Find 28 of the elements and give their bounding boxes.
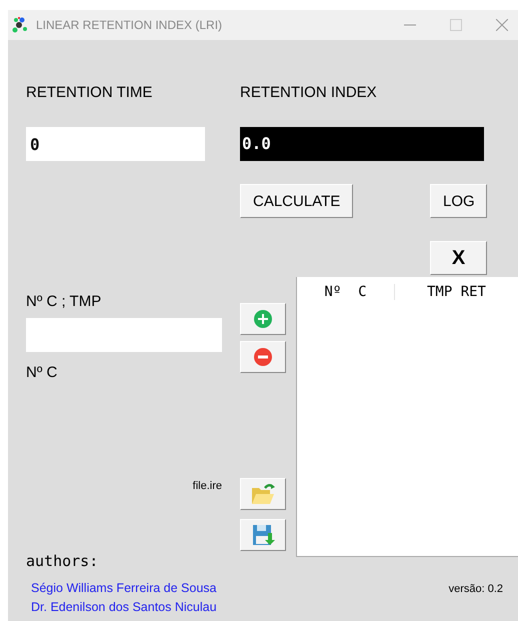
log-button[interactable]: LOG: [430, 184, 487, 218]
retention-index-display: 0.0: [240, 127, 484, 161]
folder-icon: [250, 482, 276, 506]
carbon-number-label: Nº C: [26, 364, 58, 381]
close-icon[interactable]: [496, 19, 508, 31]
clear-button[interactable]: X: [430, 241, 487, 275]
add-button[interactable]: [240, 303, 286, 335]
minus-icon: [253, 347, 273, 367]
retention-time-field[interactable]: 0: [26, 127, 205, 161]
entry-label: Nº C ; TMP: [26, 293, 102, 310]
floppy-disk-icon: [251, 523, 275, 547]
remove-button[interactable]: [240, 341, 286, 373]
author-name: Dr. Edenilson dos Santos Niculau: [31, 599, 217, 616]
version-label: versão: 0.2: [448, 583, 503, 595]
column-header[interactable]: TMP RET: [395, 284, 518, 300]
column-header[interactable]: Nº C: [297, 284, 395, 300]
retention-time-label: RETENTION TIME: [26, 84, 154, 101]
authors-label: authors:: [26, 552, 100, 570]
save-button[interactable]: [240, 519, 286, 551]
window-title: LINEAR RETENTION INDEX (LRI): [36, 18, 222, 32]
file-name: file.ire: [192, 480, 222, 492]
open-button[interactable]: [240, 478, 286, 510]
entry-field[interactable]: [26, 318, 222, 352]
plus-icon: [253, 309, 273, 329]
retention-index-label: RETENTION INDEX: [240, 84, 378, 101]
app-icon: [12, 17, 30, 33]
author-name: Ségio Williams Ferreira de Sousa: [31, 580, 217, 597]
calculate-button[interactable]: CALCULATE: [240, 184, 353, 218]
